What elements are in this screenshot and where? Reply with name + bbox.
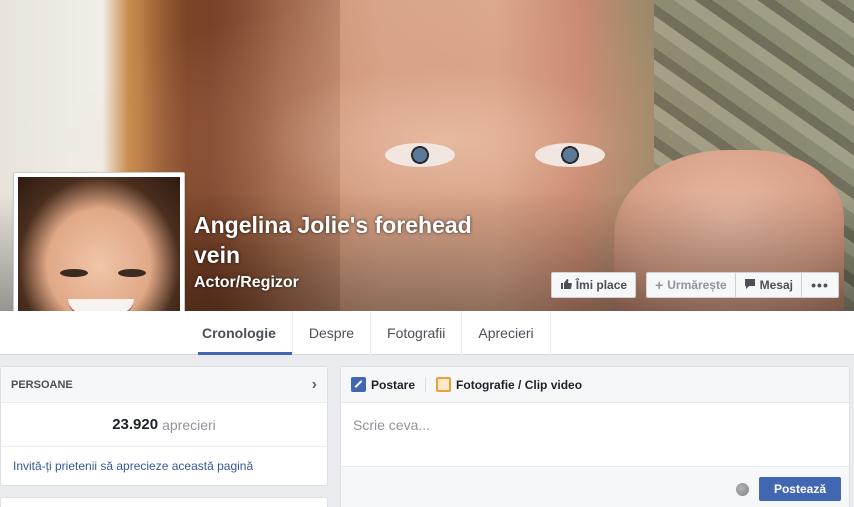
pencil-icon	[351, 377, 366, 392]
people-title: PERSOANE	[11, 378, 73, 391]
post-button[interactable]: Postează	[758, 477, 841, 501]
invite-friends-link[interactable]: Invită-ți prietenii să aprecieze această…	[1, 447, 327, 485]
globe-icon[interactable]	[735, 482, 749, 496]
message-icon	[744, 278, 756, 293]
tab-timeline[interactable]: Cronologie	[186, 311, 293, 355]
people-header[interactable]: PERSOANE ›	[1, 367, 327, 403]
tab-photos[interactable]: Fotografii	[371, 311, 463, 355]
composer-tab-post-label: Postare	[371, 377, 416, 392]
page-nav: Cronologie Despre Fotografii Aprecieri	[0, 311, 854, 355]
likes-count: 23.920 aprecieri	[1, 403, 327, 447]
photo-icon	[436, 377, 452, 392]
likes-number: 23.920	[112, 416, 159, 433]
message-button[interactable]: Mesaj	[734, 272, 801, 298]
cover-actions: Îmi place + Urmărește Mesaj •••	[550, 272, 839, 298]
post-input[interactable]: Scrie ceva...	[341, 403, 849, 467]
composer-tab-post[interactable]: Postare	[351, 377, 425, 392]
tab-likes[interactable]: Aprecieri	[462, 311, 551, 355]
post-composer: Postare Fotografie / Clip video Scrie ce…	[340, 366, 850, 507]
page-title[interactable]: Angelina Jolie's forehead vein	[194, 210, 514, 270]
like-button[interactable]: Îmi place	[550, 272, 637, 298]
chevron-right-icon[interactable]: ›	[312, 376, 317, 394]
likes-label: aprecieri	[162, 416, 216, 433]
cover-eyes	[375, 135, 615, 175]
message-label: Mesaj	[759, 278, 793, 292]
next-card	[0, 497, 328, 507]
follow-button[interactable]: + Urmărește	[646, 272, 735, 298]
plus-icon: +	[655, 277, 664, 293]
follow-label: Urmărește	[667, 278, 727, 292]
tab-about[interactable]: Despre	[293, 311, 372, 355]
thumbs-up-icon	[560, 278, 572, 293]
people-card: PERSOANE › 23.920 aprecieri Invită-ți pr…	[0, 366, 328, 486]
page-category[interactable]: Actor/Regizor	[194, 274, 299, 292]
more-options-button[interactable]: •••	[801, 272, 839, 298]
like-label: Îmi place	[575, 278, 628, 292]
composer-tab-photo[interactable]: Fotografie / Clip video	[425, 377, 592, 392]
composer-tab-photo-label: Fotografie / Clip video	[456, 377, 583, 392]
